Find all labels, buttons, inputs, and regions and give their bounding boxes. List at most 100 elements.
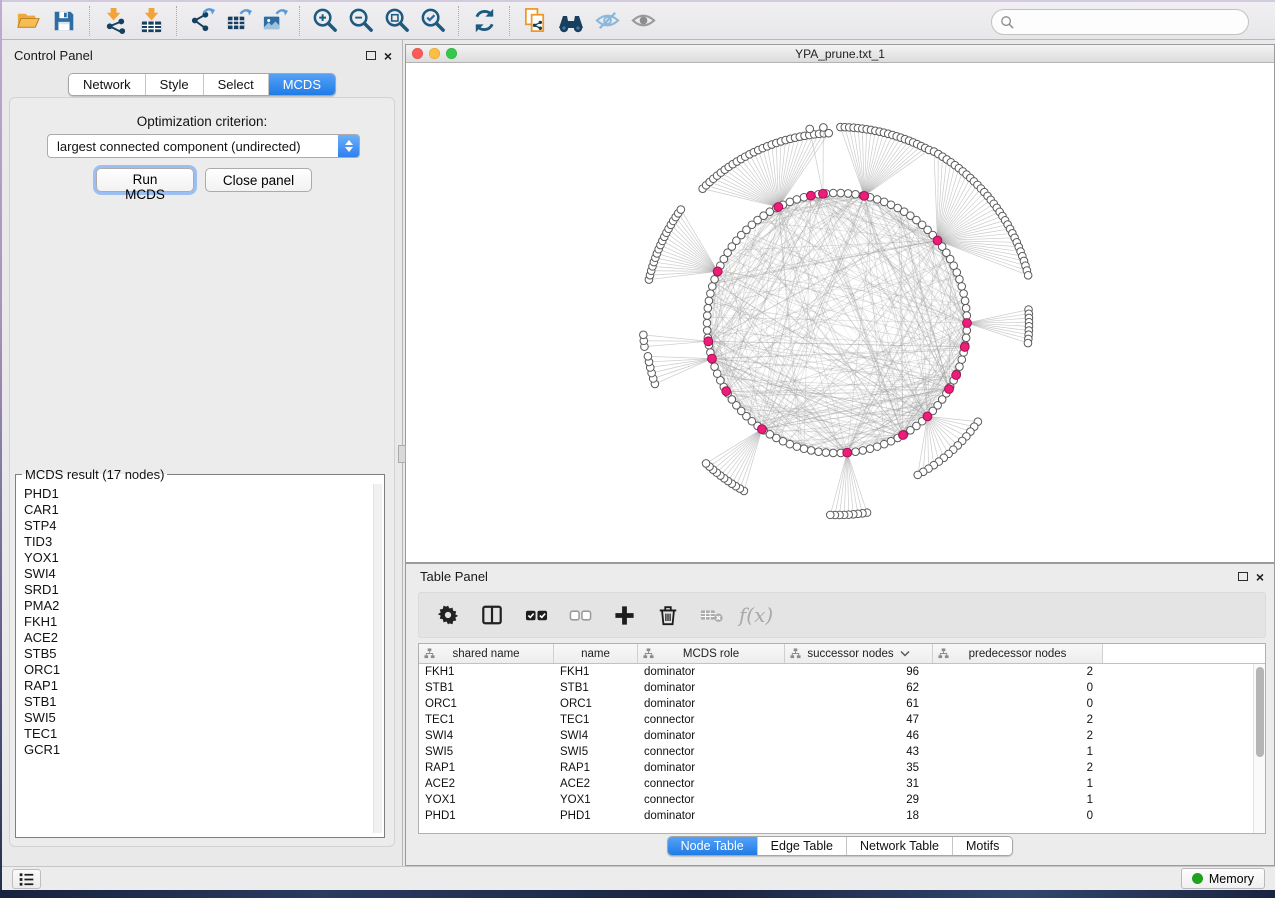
- refresh-view-button[interactable]: [466, 4, 502, 38]
- network-window-titlebar[interactable]: YPA_prune.txt_1: [406, 45, 1274, 63]
- import-network-button[interactable]: [97, 4, 133, 38]
- tab-network-table[interactable]: Network Table: [847, 837, 953, 855]
- memory-button[interactable]: Memory: [1181, 868, 1265, 889]
- list-item[interactable]: CAR1: [24, 502, 384, 518]
- table-row[interactable]: SWI5 SWI5 connector 43 1: [419, 744, 1265, 760]
- column-header-shared-name[interactable]: shared name: [419, 644, 554, 663]
- eye-slash-icon: [594, 7, 621, 34]
- table-row[interactable]: RAP1 RAP1 dominator 35 2: [419, 760, 1265, 776]
- table-scrollbar[interactable]: [1253, 664, 1265, 833]
- split-view-button[interactable]: [477, 600, 507, 630]
- column-header-mcds-role[interactable]: MCDS role: [638, 644, 785, 663]
- criterion-selected-value: largest connected component (undirected): [48, 139, 338, 154]
- toolbar-separator: [509, 6, 510, 36]
- list-item[interactable]: SWI5: [24, 710, 384, 726]
- table-row[interactable]: PHD1 PHD1 dominator 18 0: [419, 808, 1265, 824]
- tab-select[interactable]: Select: [204, 74, 269, 95]
- hide-selected-button[interactable]: [589, 4, 625, 38]
- network-canvas[interactable]: [406, 63, 1274, 562]
- table-row[interactable]: FKH1 FKH1 dominator 96 2: [419, 664, 1265, 680]
- list-item[interactable]: RAP1: [24, 678, 384, 694]
- list-item[interactable]: GCR1: [24, 742, 384, 758]
- list-item[interactable]: SRD1: [24, 582, 384, 598]
- split-columns-icon: [481, 604, 503, 626]
- close-panel-icon[interactable]: ×: [384, 51, 392, 61]
- delete-table-button[interactable]: [697, 600, 727, 630]
- zoom-in-button[interactable]: [307, 4, 343, 38]
- list-item[interactable]: SWI4: [24, 566, 384, 582]
- export-network-icon: [189, 7, 216, 34]
- float-window-icon[interactable]: [366, 51, 376, 60]
- close-panel-icon[interactable]: ×: [1256, 572, 1264, 582]
- mcds-result-list: PHD1 CAR1 STP4 TID3 YOX1 SWI4 SRD1 PMA2 …: [16, 482, 384, 837]
- export-table-button[interactable]: [220, 4, 256, 38]
- column-header-name[interactable]: name: [554, 644, 638, 663]
- export-image-button[interactable]: [256, 4, 292, 38]
- table-row[interactable]: ACE2 ACE2 connector 31 1: [419, 776, 1265, 792]
- tab-motifs[interactable]: Motifs: [953, 837, 1012, 855]
- delete-column-button[interactable]: [653, 600, 683, 630]
- list-item[interactable]: PMA2: [24, 598, 384, 614]
- column-header-predecessor-nodes[interactable]: predecessor nodes: [933, 644, 1103, 663]
- column-header-successor-nodes[interactable]: successor nodes: [785, 644, 933, 663]
- list-item[interactable]: ACE2: [24, 630, 384, 646]
- search-box[interactable]: [991, 9, 1249, 35]
- search-network-button[interactable]: [553, 4, 589, 38]
- deselect-all-button[interactable]: [565, 600, 595, 630]
- panel-splitter-handle[interactable]: [398, 445, 406, 463]
- select-all-button[interactable]: [521, 600, 551, 630]
- attribute-tree-icon: [424, 648, 435, 659]
- show-all-button[interactable]: [625, 4, 661, 38]
- close-panel-button[interactable]: Close panel: [205, 168, 312, 192]
- fx-icon: f(x): [739, 603, 773, 627]
- network-graph[interactable]: [406, 63, 1272, 562]
- list-item[interactable]: TEC1: [24, 726, 384, 742]
- list-item[interactable]: FKH1: [24, 614, 384, 630]
- tab-node-table[interactable]: Node Table: [668, 837, 758, 855]
- add-column-button[interactable]: [609, 600, 639, 630]
- zoom-selected-button[interactable]: [415, 4, 451, 38]
- table-row[interactable]: YOX1 YOX1 connector 29 1: [419, 792, 1265, 808]
- copy-network-button[interactable]: [517, 4, 553, 38]
- float-window-icon[interactable]: [1238, 572, 1248, 581]
- tab-mcds[interactable]: MCDS: [269, 74, 335, 95]
- zoom-out-button[interactable]: [343, 4, 379, 38]
- table-settings-button[interactable]: [433, 600, 463, 630]
- header-filler: [1103, 644, 1265, 663]
- tab-style[interactable]: Style: [146, 74, 204, 95]
- gear-icon: [437, 604, 459, 626]
- table-row[interactable]: STB1 STB1 dominator 62 0: [419, 680, 1265, 696]
- tab-edge-table[interactable]: Edge Table: [758, 837, 847, 855]
- task-history-button[interactable]: [12, 869, 41, 889]
- open-file-button[interactable]: [10, 4, 46, 38]
- toolbar-separator: [176, 6, 177, 36]
- export-network-button[interactable]: [184, 4, 220, 38]
- list-item[interactable]: STB1: [24, 694, 384, 710]
- search-input[interactable]: [1020, 15, 1230, 30]
- table-row[interactable]: TEC1 TEC1 connector 47 2: [419, 712, 1265, 728]
- run-mcds-button[interactable]: Run MCDS: [96, 168, 194, 192]
- import-table-button[interactable]: [133, 4, 169, 38]
- save-session-button[interactable]: [46, 4, 82, 38]
- select-stepper-icon: [338, 135, 359, 157]
- attribute-tree-icon: [938, 648, 949, 659]
- tab-network[interactable]: Network: [69, 74, 146, 95]
- status-bar: Memory: [2, 866, 1275, 890]
- zoom-fit-icon: [384, 7, 411, 34]
- list-item[interactable]: ORC1: [24, 662, 384, 678]
- list-item[interactable]: STP4: [24, 518, 384, 534]
- table-row[interactable]: SWI4 SWI4 dominator 46 2: [419, 728, 1265, 744]
- list-item[interactable]: YOX1: [24, 550, 384, 566]
- table-row[interactable]: ORC1 ORC1 dominator 61 0: [419, 696, 1265, 712]
- desktop-edge: [0, 0, 2, 890]
- scrollbar-thumb[interactable]: [1256, 667, 1264, 757]
- function-builder-button[interactable]: f(x): [741, 600, 771, 630]
- list-item[interactable]: TID3: [24, 534, 384, 550]
- list-scrollbar[interactable]: [373, 484, 382, 833]
- list-item[interactable]: STB5: [24, 646, 384, 662]
- list-item[interactable]: PHD1: [24, 486, 384, 502]
- table-header-row: shared name name MCDS role: [419, 644, 1265, 664]
- criterion-select[interactable]: largest connected component (undirected): [47, 134, 360, 158]
- zoom-fit-button[interactable]: [379, 4, 415, 38]
- table-panel: Table Panel ×: [405, 563, 1275, 866]
